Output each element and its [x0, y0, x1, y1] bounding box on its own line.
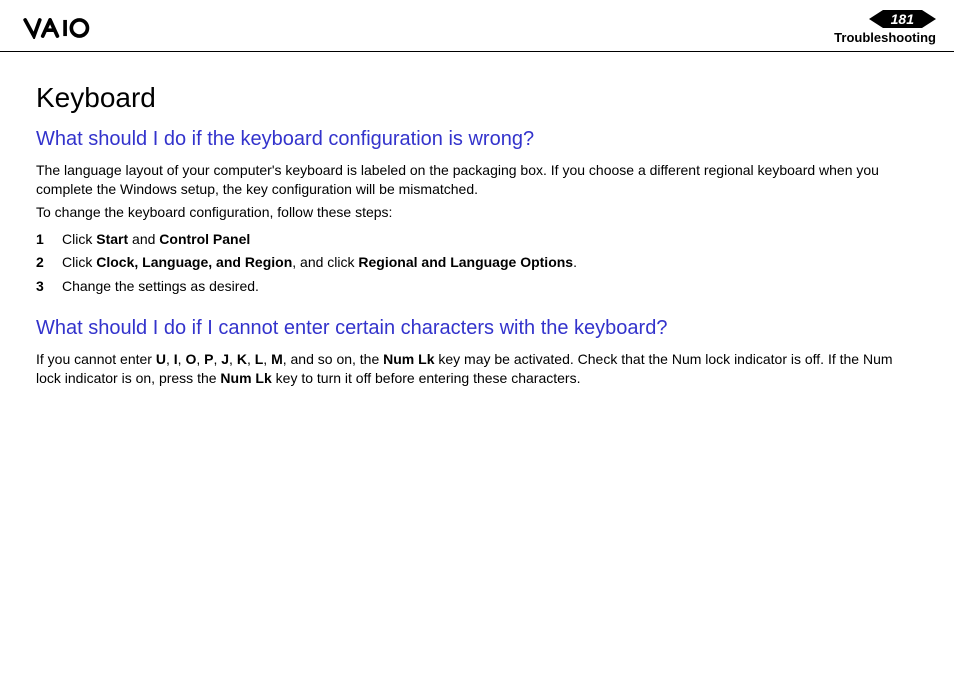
step-list: 1 Click Start and Control Panel 2 Click …	[36, 228, 918, 299]
step-number: 1	[36, 228, 62, 252]
page-header: 181 Troubleshooting	[0, 0, 954, 52]
page-title: Keyboard	[36, 82, 918, 114]
page-number: 181	[883, 10, 922, 28]
step-text: Click Clock, Language, and Region, and c…	[62, 251, 577, 275]
list-item: 3 Change the settings as desired.	[36, 275, 918, 299]
body-paragraph: If you cannot enter U, I, O, P, J, K, L,…	[36, 350, 918, 388]
next-page-arrow[interactable]	[922, 10, 936, 28]
body-paragraph: The language layout of your computer's k…	[36, 161, 918, 199]
vaio-logo	[20, 17, 130, 39]
question-heading-1: What should I do if the keyboard configu…	[36, 128, 918, 151]
step-number: 3	[36, 275, 62, 299]
prev-page-arrow[interactable]	[869, 10, 883, 28]
body-paragraph: To change the keyboard configuration, fo…	[36, 203, 918, 222]
section-label: Troubleshooting	[834, 30, 936, 45]
step-text: Change the settings as desired.	[62, 275, 259, 299]
step-number: 2	[36, 251, 62, 275]
page-nav: 181 Troubleshooting	[834, 10, 936, 45]
question-heading-2: What should I do if I cannot enter certa…	[36, 317, 918, 340]
step-text: Click Start and Control Panel	[62, 228, 250, 252]
page-content: Keyboard What should I do if the keyboar…	[0, 52, 954, 412]
list-item: 2 Click Clock, Language, and Region, and…	[36, 251, 918, 275]
list-item: 1 Click Start and Control Panel	[36, 228, 918, 252]
